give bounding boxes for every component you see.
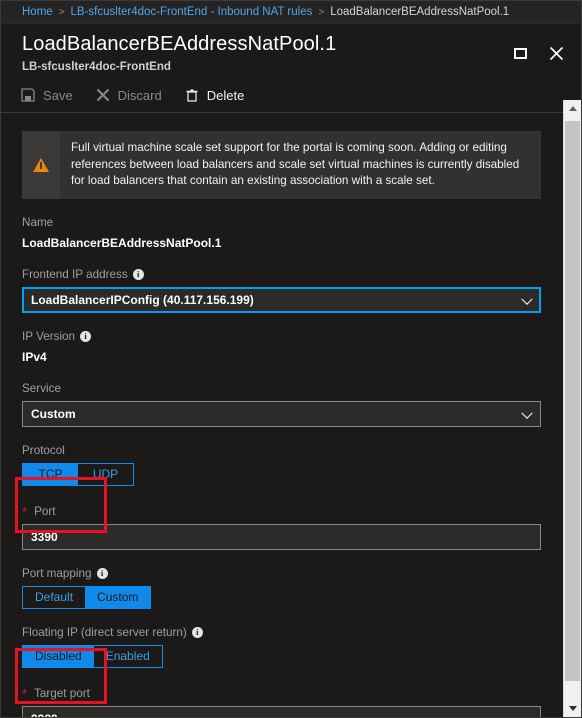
protocol-label: Protocol	[22, 443, 65, 457]
floating-ip-option-enabled[interactable]: Enabled	[93, 645, 162, 667]
ip-version-label: IP Version i	[22, 330, 541, 344]
warning-banner: Full virtual machine scale set support f…	[22, 131, 541, 199]
info-icon[interactable]: i	[132, 269, 144, 280]
trash-icon	[184, 87, 200, 103]
warning-icon	[33, 157, 49, 172]
warning-icon-container	[22, 131, 60, 199]
field-target-port: * Target port 3389	[22, 687, 541, 718]
field-port-mapping: Port mapping i Default Custom	[22, 567, 541, 609]
port-mapping-option-custom[interactable]: Custom	[85, 586, 151, 608]
scrollbar-thumb[interactable]	[565, 121, 580, 681]
floating-ip-option-disabled[interactable]: Disabled	[23, 645, 94, 667]
port-input[interactable]: 3390	[22, 523, 541, 550]
target-port-label: * Target port	[22, 687, 541, 701]
service-select[interactable]: Custom	[22, 400, 541, 427]
frontend-ip-value: LoadBalancerIPConfig (40.117.156.199)	[31, 292, 254, 307]
delete-button[interactable]: Delete	[184, 87, 245, 103]
window-controls	[509, 42, 567, 64]
chevron-up-icon	[568, 106, 577, 111]
port-label-text: Port	[34, 504, 56, 518]
scroll-up-button[interactable]	[564, 100, 581, 117]
save-icon	[20, 87, 36, 103]
field-floating-ip: Floating IP (direct server return) i Dis…	[22, 626, 541, 668]
frontend-ip-label: Frontend IP address i	[22, 268, 541, 282]
required-asterisk: *	[22, 685, 28, 701]
protocol-option-tcp[interactable]: TCP	[23, 463, 78, 485]
name-label: Name	[22, 215, 54, 229]
discard-icon	[95, 87, 111, 103]
info-icon[interactable]: i	[191, 627, 203, 638]
breadcrumb-home[interactable]: Home	[22, 6, 53, 18]
page-title: LoadBalancerBEAddressNatPool.1	[22, 33, 337, 55]
target-port-value: 3389	[31, 712, 58, 718]
breadcrumb-separator-icon: >	[318, 6, 325, 18]
target-port-label-text: Target port	[34, 686, 90, 700]
page-subtitle: LB-sfcuslter4doc-FrontEnd	[22, 61, 171, 73]
protocol-toggle: TCP UDP	[22, 462, 134, 486]
field-frontend-ip: Frontend IP address i LoadBalancerIPConf…	[22, 268, 541, 313]
protocol-option-udp[interactable]: UDP	[78, 463, 133, 485]
frontend-ip-label-text: Frontend IP address	[22, 267, 128, 281]
port-label: * Port	[22, 505, 541, 519]
breadcrumb-current: LoadBalancerBEAddressNatPool.1	[330, 6, 510, 18]
chevron-down-icon	[568, 706, 577, 711]
save-label: Save	[43, 87, 73, 103]
nat-rule-form: Name LoadBalancerBEAddressNatPool.1 Fron…	[1, 216, 562, 718]
breadcrumb: Home > LB-sfcuslter4doc-FrontEnd - Inbou…	[1, 1, 581, 24]
field-service: Service Custom	[22, 382, 541, 427]
field-protocol: Protocol TCP UDP	[22, 444, 541, 486]
restore-button[interactable]	[509, 42, 531, 64]
warning-banner-text: Full virtual machine scale set support f…	[71, 141, 520, 187]
command-bar: Save Discard Delete	[1, 78, 581, 113]
scroll-down-button[interactable]	[564, 700, 581, 717]
save-button[interactable]: Save	[20, 87, 73, 103]
frontend-ip-select[interactable]: LoadBalancerIPConfig (40.117.156.199)	[22, 286, 541, 313]
info-icon[interactable]: i	[80, 331, 92, 342]
target-port-input[interactable]: 3389	[22, 705, 541, 718]
restore-icon	[513, 47, 527, 59]
field-name: Name LoadBalancerBEAddressNatPool.1	[22, 216, 541, 251]
chevron-down-icon	[521, 293, 533, 305]
close-icon	[549, 46, 563, 60]
scrollbar-track[interactable]	[564, 117, 581, 700]
port-value: 3390	[31, 529, 58, 544]
ip-version-value: IPv4	[22, 349, 47, 364]
vertical-scrollbar[interactable]	[563, 100, 581, 717]
required-asterisk: *	[22, 503, 28, 519]
port-mapping-label-text: Port mapping	[22, 566, 92, 580]
service-label: Service	[22, 381, 61, 395]
port-mapping-toggle: Default Custom	[22, 585, 152, 609]
chevron-down-icon	[521, 407, 533, 419]
floating-ip-toggle: Disabled Enabled	[22, 644, 163, 668]
field-ip-version: IP Version i IPv4	[22, 330, 541, 365]
ip-version-label-text: IP Version	[22, 329, 76, 343]
close-button[interactable]	[545, 42, 567, 64]
service-value: Custom	[31, 406, 76, 421]
floating-ip-label-text: Floating IP (direct server return)	[22, 625, 187, 639]
port-mapping-option-default[interactable]: Default	[23, 586, 86, 608]
field-port: * Port 3390	[22, 505, 541, 550]
blade-titlebar: LoadBalancerBEAddressNatPool.1 LB-sfcusl…	[1, 24, 581, 78]
delete-label: Delete	[206, 87, 245, 103]
azure-portal-blade: Home > LB-sfcuslter4doc-FrontEnd - Inbou…	[0, 0, 582, 718]
info-icon[interactable]: i	[96, 568, 108, 579]
port-mapping-label: Port mapping i	[22, 567, 541, 581]
discard-label: Discard	[117, 87, 162, 103]
floating-ip-label: Floating IP (direct server return) i	[22, 626, 541, 640]
discard-button[interactable]: Discard	[95, 87, 162, 103]
name-value: LoadBalancerBEAddressNatPool.1	[22, 235, 222, 250]
blade-content: Full virtual machine scale set support f…	[1, 113, 562, 717]
breadcrumb-parent[interactable]: LB-sfcuslter4doc-FrontEnd - Inbound NAT …	[71, 6, 313, 18]
breadcrumb-separator-icon: >	[58, 6, 65, 18]
